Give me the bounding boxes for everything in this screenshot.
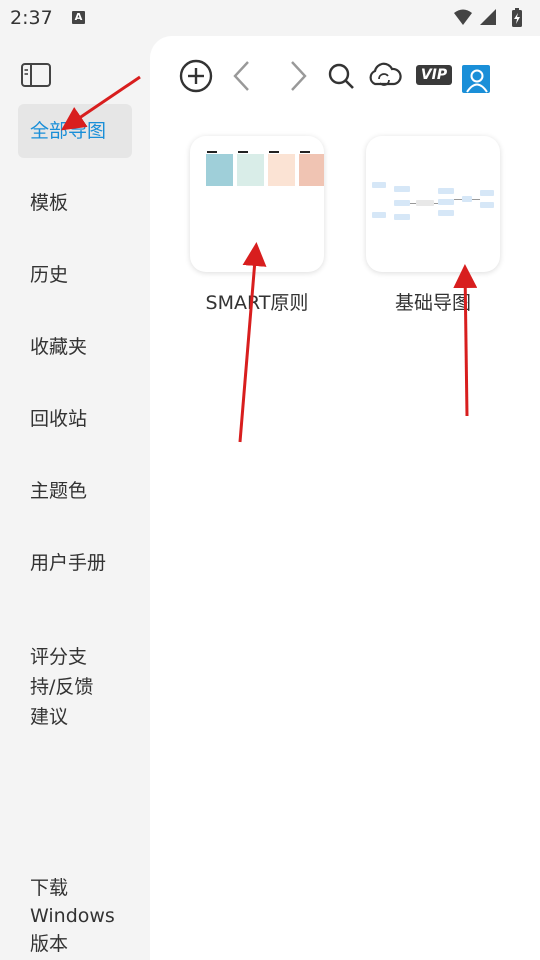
thumbnail-swatch xyxy=(237,151,264,186)
sidebar-item-favorites[interactable]: 收藏夹 xyxy=(18,332,132,362)
vip-label: VIP xyxy=(420,67,448,83)
user-icon[interactable] xyxy=(462,61,490,97)
sidebar-item-label: 下载 Windows 版本 xyxy=(30,877,115,955)
sidebar-item-user-manual[interactable]: 用户手册 xyxy=(18,548,132,578)
sidebar-item-feedback[interactable]: 评分支 持/反馈 建议 xyxy=(18,612,132,732)
wifi-icon xyxy=(454,9,472,25)
forward-icon[interactable] xyxy=(286,58,310,94)
sidebar-item-label: 收藏夹 xyxy=(30,336,88,358)
thumbnail-connector xyxy=(454,199,462,200)
add-icon[interactable] xyxy=(178,58,214,94)
sidebar-item-label: 主题色 xyxy=(30,480,88,502)
system-status-icons xyxy=(454,8,522,27)
battery-icon xyxy=(512,8,522,27)
notification-icon: A xyxy=(72,11,85,24)
search-icon[interactable] xyxy=(326,58,356,94)
sidebar-item-all-maps[interactable]: 全部导图 xyxy=(18,104,132,158)
document-title[interactable]: 基础导图 xyxy=(366,288,500,315)
thumbnail-connector xyxy=(472,199,480,200)
thumbnail-connector xyxy=(434,203,438,204)
thumbnail-node xyxy=(462,196,472,202)
status-time: 2:37 xyxy=(10,7,53,29)
sidebar-item-label: 回收站 xyxy=(30,408,88,430)
thumbnail-swatch xyxy=(299,151,324,186)
sidebar-item-trash[interactable]: 回收站 xyxy=(18,404,132,434)
sidebar-item-theme-color[interactable]: 主题色 xyxy=(18,476,132,506)
sidebar-item-templates[interactable]: 模板 xyxy=(18,188,132,218)
thumbnail-node xyxy=(394,200,410,206)
signal-icon xyxy=(480,9,496,25)
main-panel: VIP SMART原则 基础导图 xyxy=(150,36,540,960)
thumbnail-swatch xyxy=(268,151,295,186)
thumbnail-node xyxy=(480,202,494,208)
sidebar: 全部导图 模板 历史 收藏夹 回收站 主题色 用户手册 评分支 持/反馈 建议 … xyxy=(0,36,150,960)
sidebar-item-label: 评分支 持/反馈 建议 xyxy=(30,646,94,728)
sidebar-item-label: 模板 xyxy=(30,192,69,214)
sidebar-toggle-icon[interactable] xyxy=(20,62,52,88)
cloud-sync-icon[interactable] xyxy=(366,58,402,94)
sidebar-item-download-windows[interactable]: 下载 Windows 版本 xyxy=(18,846,132,958)
thumbnail-node xyxy=(394,186,410,192)
sidebar-item-label: 全部导图 xyxy=(30,120,107,142)
document-card-basic-map[interactable] xyxy=(366,136,500,272)
thumbnail-node xyxy=(480,190,494,196)
sidebar-item-label: 用户手册 xyxy=(30,552,107,574)
sidebar-item-label: 历史 xyxy=(30,264,69,286)
document-title[interactable]: SMART原则 xyxy=(190,288,324,315)
thumbnail-node xyxy=(438,188,454,194)
thumbnail-swatch xyxy=(206,151,233,186)
document-card-smart[interactable] xyxy=(190,136,324,272)
thumbnail-node xyxy=(438,210,454,216)
thumbnail-node xyxy=(372,212,386,218)
back-icon[interactable] xyxy=(230,58,254,94)
sidebar-item-history[interactable]: 历史 xyxy=(18,260,132,290)
status-bar: 2:37 A xyxy=(0,0,540,36)
thumbnail-node xyxy=(372,182,386,188)
thumbnail-connector xyxy=(410,203,416,204)
thumbnail-node xyxy=(416,200,434,206)
thumbnail-node xyxy=(394,214,410,220)
thumbnail-node xyxy=(438,199,454,205)
vip-icon[interactable]: VIP xyxy=(416,65,452,85)
